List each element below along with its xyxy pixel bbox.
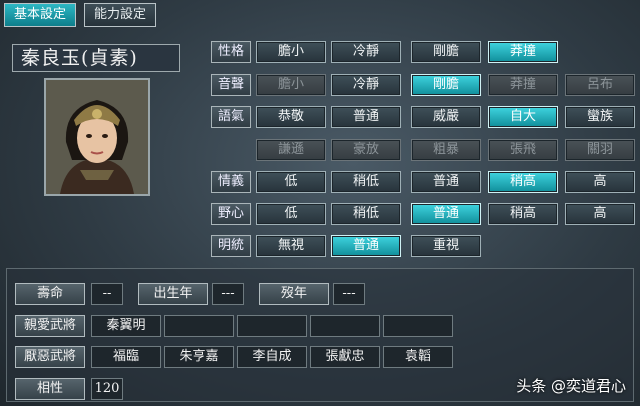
trait-option-button[interactable]: 冷靜 [331,74,401,96]
trait-label: 情義 [211,171,251,193]
general-name: 秦良玉(貞素) [12,44,180,72]
trait-option-button[interactable]: 普通 [411,171,481,193]
close-general-slot[interactable] [310,315,380,337]
trait-option-button[interactable]: 稍低 [331,203,401,225]
general-portrait [44,78,150,196]
trait-label: 明統 [211,235,251,257]
close-general-slot[interactable] [237,315,307,337]
trait-option-button: 膽小 [256,74,326,96]
tab-ability-settings[interactable]: 能力設定 [84,3,156,27]
trait-option-button[interactable]: 普通 [331,235,401,257]
close-generals-label[interactable]: 親愛武將 [15,315,85,337]
trait-option-button[interactable]: 冷靜 [331,41,401,63]
trait-option-button: 呂布 [565,74,635,96]
hated-generals-label[interactable]: 厭惡武將 [15,346,85,368]
watermark: 头条 @奕道君心 [516,377,626,395]
trait-option-button: 豪放 [331,139,401,161]
trait-option-button[interactable]: 重視 [411,235,481,257]
trait-option-button[interactable]: 普通 [331,106,401,128]
trait-option-button: 莽撞 [488,74,558,96]
trait-option-button[interactable]: 剛膽 [411,41,481,63]
hated-general-slot[interactable]: 李自成 [237,346,307,368]
trait-label: 語氣 [211,106,251,128]
compatibility-value[interactable]: 120 [91,378,123,400]
tab-basic-settings[interactable]: 基本設定 [4,3,76,27]
compatibility-label[interactable]: 相性 [15,378,85,400]
birth-year-value[interactable]: --- [212,283,244,305]
hated-general-slot[interactable]: 福臨 [91,346,161,368]
trait-label: 野心 [211,203,251,225]
trait-option-button[interactable]: 剛膽 [411,74,481,96]
lifespan-label: 壽命 [15,283,85,305]
hated-general-slot[interactable]: 朱亨嘉 [164,346,234,368]
trait-option-button[interactable]: 膽小 [256,41,326,63]
trait-label: 性格 [211,41,251,63]
trait-option-button[interactable]: 威嚴 [411,106,481,128]
trait-option-button[interactable]: 高 [565,171,635,193]
trait-option-button[interactable]: 自大 [488,106,558,128]
trait-option-button[interactable]: 稍高 [488,203,558,225]
death-year-value[interactable]: --- [333,283,365,305]
trait-option-button[interactable]: 普通 [411,203,481,225]
trait-option-button[interactable]: 稍高 [488,171,558,193]
trait-option-button: 謙遜 [256,139,326,161]
close-general-slot[interactable] [164,315,234,337]
close-general-slot[interactable]: 秦翼明 [91,315,161,337]
hated-general-slot[interactable]: 張獻忠 [310,346,380,368]
trait-option-button[interactable]: 稍低 [331,171,401,193]
trait-label: 音聲 [211,74,251,96]
birth-year-label: 出生年 [138,283,208,305]
trait-option-button[interactable]: 莽撞 [488,41,558,63]
lifespan-value[interactable]: -- [91,283,123,305]
death-year-label: 歿年 [259,283,329,305]
trait-option-button[interactable]: 蠻族 [565,106,635,128]
trait-option-button: 關羽 [565,139,635,161]
portrait-image [46,80,148,194]
trait-option-button[interactable]: 低 [256,203,326,225]
trait-option-button[interactable]: 無視 [256,235,326,257]
close-general-slot[interactable] [383,315,453,337]
trait-option-button: 張飛 [488,139,558,161]
trait-option-button[interactable]: 高 [565,203,635,225]
hated-general-slot[interactable]: 袁韜 [383,346,453,368]
trait-option-button[interactable]: 恭敬 [256,106,326,128]
trait-option-button[interactable]: 低 [256,171,326,193]
trait-option-button: 粗暴 [411,139,481,161]
